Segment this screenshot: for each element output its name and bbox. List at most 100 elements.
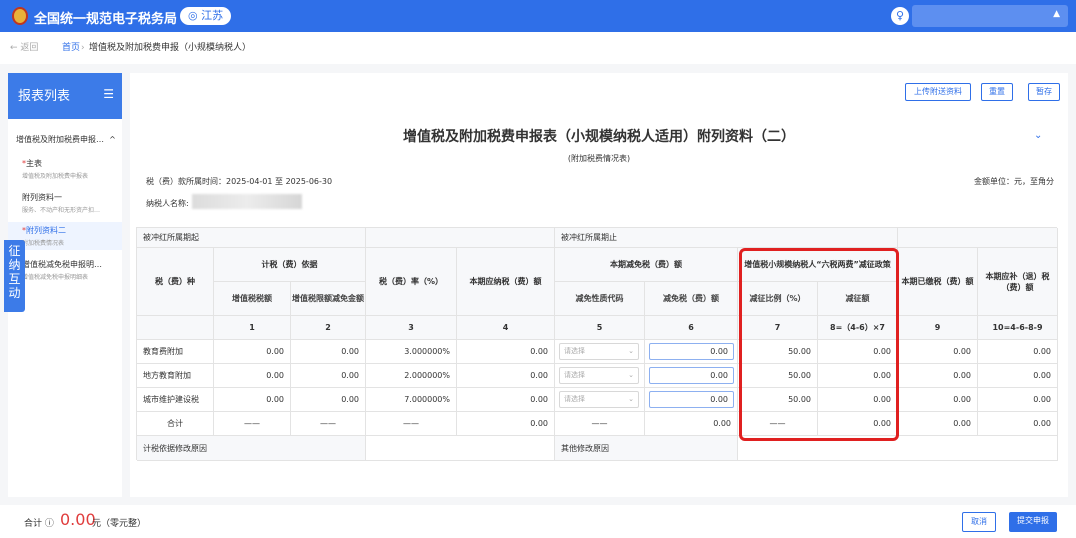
- cell-paid: 0.00: [898, 340, 978, 364]
- total-relief: 0.00: [645, 412, 738, 436]
- app-title: 全国统一规范电子税务局: [34, 12, 178, 27]
- cell-relief-amt: 0.00: [645, 364, 738, 388]
- breadcrumb-separator: ›: [81, 43, 85, 53]
- cell-relief-code: 请选择 ⌄: [555, 364, 645, 388]
- basis-reason-label: 计税依据修改原因: [137, 436, 366, 461]
- row-tax-name: 教育费附加: [137, 340, 214, 364]
- sidebar-header: 报表列表 ☰: [8, 73, 122, 119]
- offset-period-start-value: [366, 228, 555, 248]
- back-link[interactable]: ← 返回: [10, 32, 38, 64]
- select-placeholder: 请选择: [564, 371, 585, 379]
- cell-credit: 0.00: [291, 388, 366, 412]
- num-cell: 4: [457, 316, 555, 340]
- num-cell: [137, 316, 214, 340]
- basis-reason-input[interactable]: [366, 436, 555, 461]
- sidebar-item-label: 增值税减免税申报明…: [22, 260, 102, 269]
- col-tax-type: 税（费）种: [137, 248, 214, 316]
- select-placeholder: 请选择: [564, 395, 585, 403]
- offset-period-start: 被冲红所属期起: [137, 228, 366, 248]
- row-tax-name: 地方教育附加: [137, 364, 214, 388]
- upload-button[interactable]: 上传附送资料: [905, 83, 971, 101]
- chevron-up-icon[interactable]: ^: [109, 135, 116, 144]
- sidebar-title: 报表列表: [18, 89, 71, 104]
- interaction-float-button[interactable]: 征纳互动: [4, 240, 25, 312]
- col-payable: 本期应纳税（费）额: [457, 248, 555, 316]
- grp-relief: 本期减免税（费）额: [555, 248, 738, 282]
- relief-code-select[interactable]: 请选择 ⌄: [559, 391, 639, 408]
- form-subtitle: (附加税费情况表): [567, 154, 631, 163]
- relief-amount-input[interactable]: 0.00: [649, 367, 734, 384]
- relief-amount-input[interactable]: 0.00: [649, 391, 734, 408]
- num-cell: 6: [645, 316, 738, 340]
- taxpayer-name-redacted: [192, 194, 302, 209]
- total-amount: 0.00: [60, 510, 96, 529]
- relief-code-select[interactable]: 请选择 ⌄: [559, 367, 639, 384]
- tax-emblem-icon: [12, 7, 28, 25]
- sidebar-item-label: 附列资料一: [22, 193, 62, 202]
- report-list-sidebar: 报表列表 ☰ 增值税及附加税费申报… ^ *主表 增值税及附加税费申报表 附列资…: [8, 73, 122, 497]
- menu-icon[interactable]: ☰: [103, 87, 114, 101]
- cell-relief-amt: 0.00: [645, 388, 738, 412]
- form-panel: 上传附送资料 重置 暂存 增值税及附加税费申报表（小规模纳税人适用）附列资料（二…: [130, 73, 1068, 497]
- cell-paid: 0.00: [898, 364, 978, 388]
- total-dash: ——: [366, 412, 457, 436]
- save-button[interactable]: 暂存: [1028, 83, 1060, 101]
- taxpayer-label: 纳税人名称:: [146, 199, 189, 208]
- cell-rate: 2.000000%: [366, 364, 457, 388]
- cell-relief-amt: 0.00: [645, 340, 738, 364]
- chevron-down-icon: ⌄: [628, 347, 634, 355]
- surcharge-table: 被冲红所属期起 被冲红所属期止 税（费）种 计税（费）依据 增值税税额 增值税限…: [136, 227, 1058, 461]
- total-unit: 元（零元整）: [92, 519, 147, 529]
- total-label: 合计: [137, 412, 214, 436]
- total-dash: ——: [555, 412, 645, 436]
- sidebar-item-attach1[interactable]: 附列资料一: [22, 192, 62, 203]
- relief-code-select[interactable]: 请选择 ⌄: [559, 343, 639, 360]
- offset-period-end-value: [898, 228, 1058, 248]
- cell-payable: 0.00: [457, 364, 555, 388]
- sidebar-item-relief[interactable]: 增值税减免税申报明…: [22, 259, 102, 270]
- num-cell: 2: [291, 316, 366, 340]
- user-menu[interactable]: ▲: [912, 5, 1068, 27]
- breadcrumb: ← 返回 首页 › 增值税及附加税费申报（小规模纳税人）: [0, 32, 1076, 64]
- sidebar-item-sub: 服务、不动产和无形资产扣…: [22, 207, 101, 214]
- cell-rate: 7.000000%: [366, 388, 457, 412]
- num-cell: 10=4-6-8-9: [978, 316, 1058, 340]
- cell-payable: 0.00: [457, 340, 555, 364]
- total-refund: 0.00: [978, 412, 1058, 436]
- sidebar-item-attach2[interactable]: *附列资料二: [22, 225, 66, 236]
- col-relief-amt: 减免税（费）额: [645, 282, 738, 316]
- submit-button[interactable]: 提交申报: [1009, 512, 1057, 532]
- col-refund: 本期应补（退）税（费）额: [978, 248, 1058, 316]
- reset-button[interactable]: 重置: [981, 83, 1013, 101]
- breadcrumb-current: 增值税及附加税费申报（小规模纳税人）: [89, 43, 252, 53]
- sidebar-item-main[interactable]: *主表: [22, 158, 42, 169]
- cell-vat: 0.00: [214, 340, 291, 364]
- relief-amount-input[interactable]: 0.00: [649, 343, 734, 360]
- cell-rate: 3.000000%: [366, 340, 457, 364]
- region-selector[interactable]: ◎ 江苏: [180, 7, 232, 25]
- cell-credit: 0.00: [291, 340, 366, 364]
- total-label: 合计 ⓘ: [24, 519, 54, 529]
- chevron-down-icon: ⌄: [628, 395, 634, 403]
- offset-period-end: 被冲红所属期止: [555, 228, 898, 248]
- caret-up-icon: ▲: [1053, 9, 1060, 19]
- chevron-down-icon[interactable]: ⌄: [1034, 130, 1042, 141]
- cell-relief-code: 请选择 ⌄: [555, 340, 645, 364]
- sidebar-item-sub: 附加税费情况表: [22, 240, 65, 247]
- cell-refund: 0.00: [978, 364, 1058, 388]
- user-avatar-icon[interactable]: ♀: [891, 7, 909, 25]
- cell-vat: 0.00: [214, 364, 291, 388]
- grp-basis: 计税（费）依据: [214, 248, 366, 282]
- total-payable: 0.00: [457, 412, 555, 436]
- breadcrumb-home[interactable]: 首页: [62, 32, 80, 64]
- highlight-annotation: [739, 248, 899, 441]
- top-bar: 全国统一规范电子税务局 ◎ 江苏 ♀ ▲: [0, 0, 1076, 32]
- sidebar-group[interactable]: 增值税及附加税费申报… ^: [16, 134, 116, 145]
- col-vat-credit: 增值税限额减免金额: [291, 282, 366, 316]
- cancel-button[interactable]: 取消: [962, 512, 996, 532]
- sidebar-item-label: 主表: [26, 159, 42, 168]
- cell-credit: 0.00: [291, 364, 366, 388]
- amount-unit: 金额单位：元，至角分: [974, 177, 1054, 186]
- row-tax-name: 城市维护建设税: [137, 388, 214, 412]
- total-dash: ——: [291, 412, 366, 436]
